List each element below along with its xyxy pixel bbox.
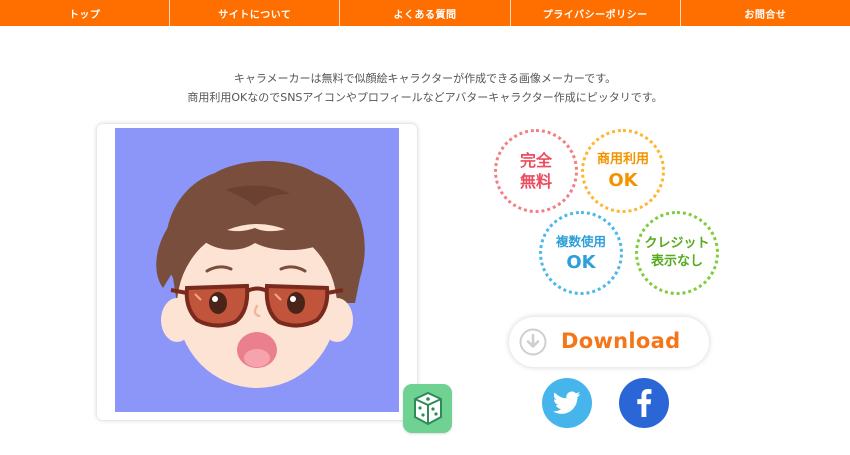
nav-item-faq[interactable]: よくある質問 [340,0,511,26]
badge-multiple-use-ok: 複数使用 OK [539,211,623,295]
badge-free-line2: 無料 [519,172,552,191]
twitter-icon [553,391,581,414]
avatar-canvas [115,128,399,412]
nav-item-privacy[interactable]: プライバシーポリシー [511,0,681,26]
dice-icon [414,391,442,426]
avatar-preview-frame [97,124,417,420]
intro-line-1: キャラメーカーは無料で似顔絵キャラクターが作成できる画像メーカーです。 [233,72,617,85]
badge-free-line1: 完全 [519,151,552,170]
badge-credit-line1: クレジット [644,236,710,251]
randomize-dice-button[interactable] [403,384,452,433]
twitter-share-button[interactable] [542,378,592,428]
facebook-icon [637,389,652,417]
intro-text: キャラメーカーは無料で似顔絵キャラクターが作成できる画像メーカーです。 商用利用… [0,69,850,107]
badge-multiple-line2: OK [566,252,596,273]
badge-no-credit: クレジット 表示なし [635,211,719,295]
badge-multiple-line1: 複数使用 [555,234,606,249]
nav-item-about[interactable]: サイトについて [170,0,341,26]
avatar-illustration [156,160,365,388]
badge-credit-line2: 表示なし [650,254,703,269]
intro-line-2: 商用利用OKなのでSNSアイコンやプロフィールなどアバターキャラクター作成にピッ… [187,91,663,104]
badge-free: 完全 無料 [494,129,578,213]
badge-commercial-line1: 商用利用 [596,152,649,167]
badge-commercial-line2: OK [608,170,638,191]
download-arrow-icon [519,328,547,356]
nav-item-top[interactable]: トップ [0,0,171,26]
facebook-share-button[interactable] [619,378,669,428]
top-nav: トップ サイトについて よくある質問 プライバシーポリシー お問合せ [0,0,850,26]
download-label: Download [561,329,681,353]
download-button[interactable]: Download [509,317,709,367]
badge-commercial-ok: 商用利用 OK [581,129,665,213]
nav-item-contact[interactable]: お問合せ [681,0,850,26]
